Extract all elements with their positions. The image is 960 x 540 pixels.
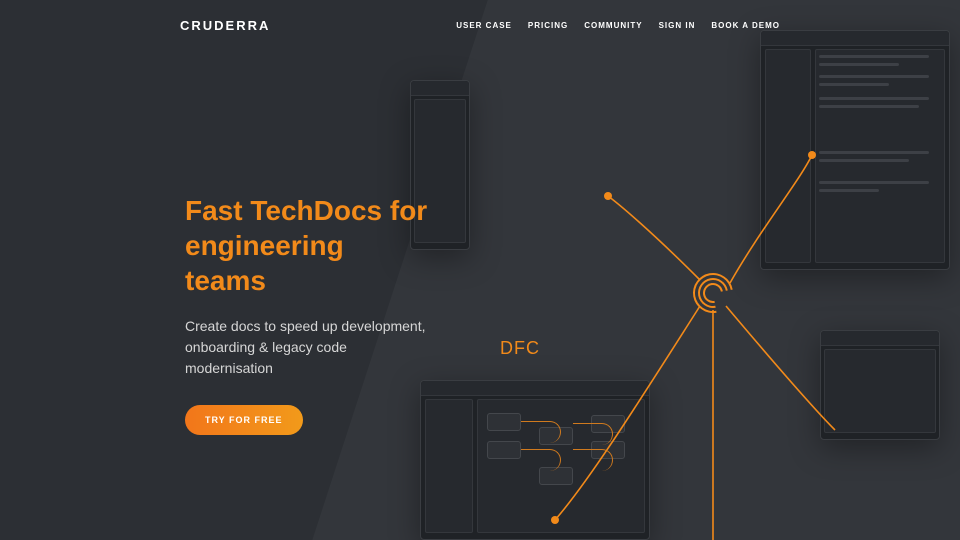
brand-logo[interactable]: CRUDERRA (180, 18, 270, 33)
main-nav: USER CASE PRICING COMMUNITY SIGN IN BOOK… (456, 21, 780, 30)
try-for-free-button[interactable]: TRY FOR FREE (185, 405, 303, 435)
illustration-label-dfc: DFC (500, 338, 540, 359)
nav-user-case[interactable]: USER CASE (456, 21, 512, 30)
hero-subtitle: Create docs to speed up development, onb… (185, 316, 430, 379)
nav-pricing[interactable]: PRICING (528, 21, 568, 30)
hero-title: Fast TechDocs for engineering teams (185, 193, 430, 298)
nav-book-demo[interactable]: BOOK A DEMO (711, 21, 780, 30)
hero-section: Fast TechDocs for engineering teams Crea… (0, 33, 430, 435)
nav-community[interactable]: COMMUNITY (584, 21, 642, 30)
nav-sign-in[interactable]: SIGN IN (659, 21, 696, 30)
cruderra-c-icon (693, 273, 733, 313)
site-header: CRUDERRA USER CASE PRICING COMMUNITY SIG… (0, 0, 960, 33)
